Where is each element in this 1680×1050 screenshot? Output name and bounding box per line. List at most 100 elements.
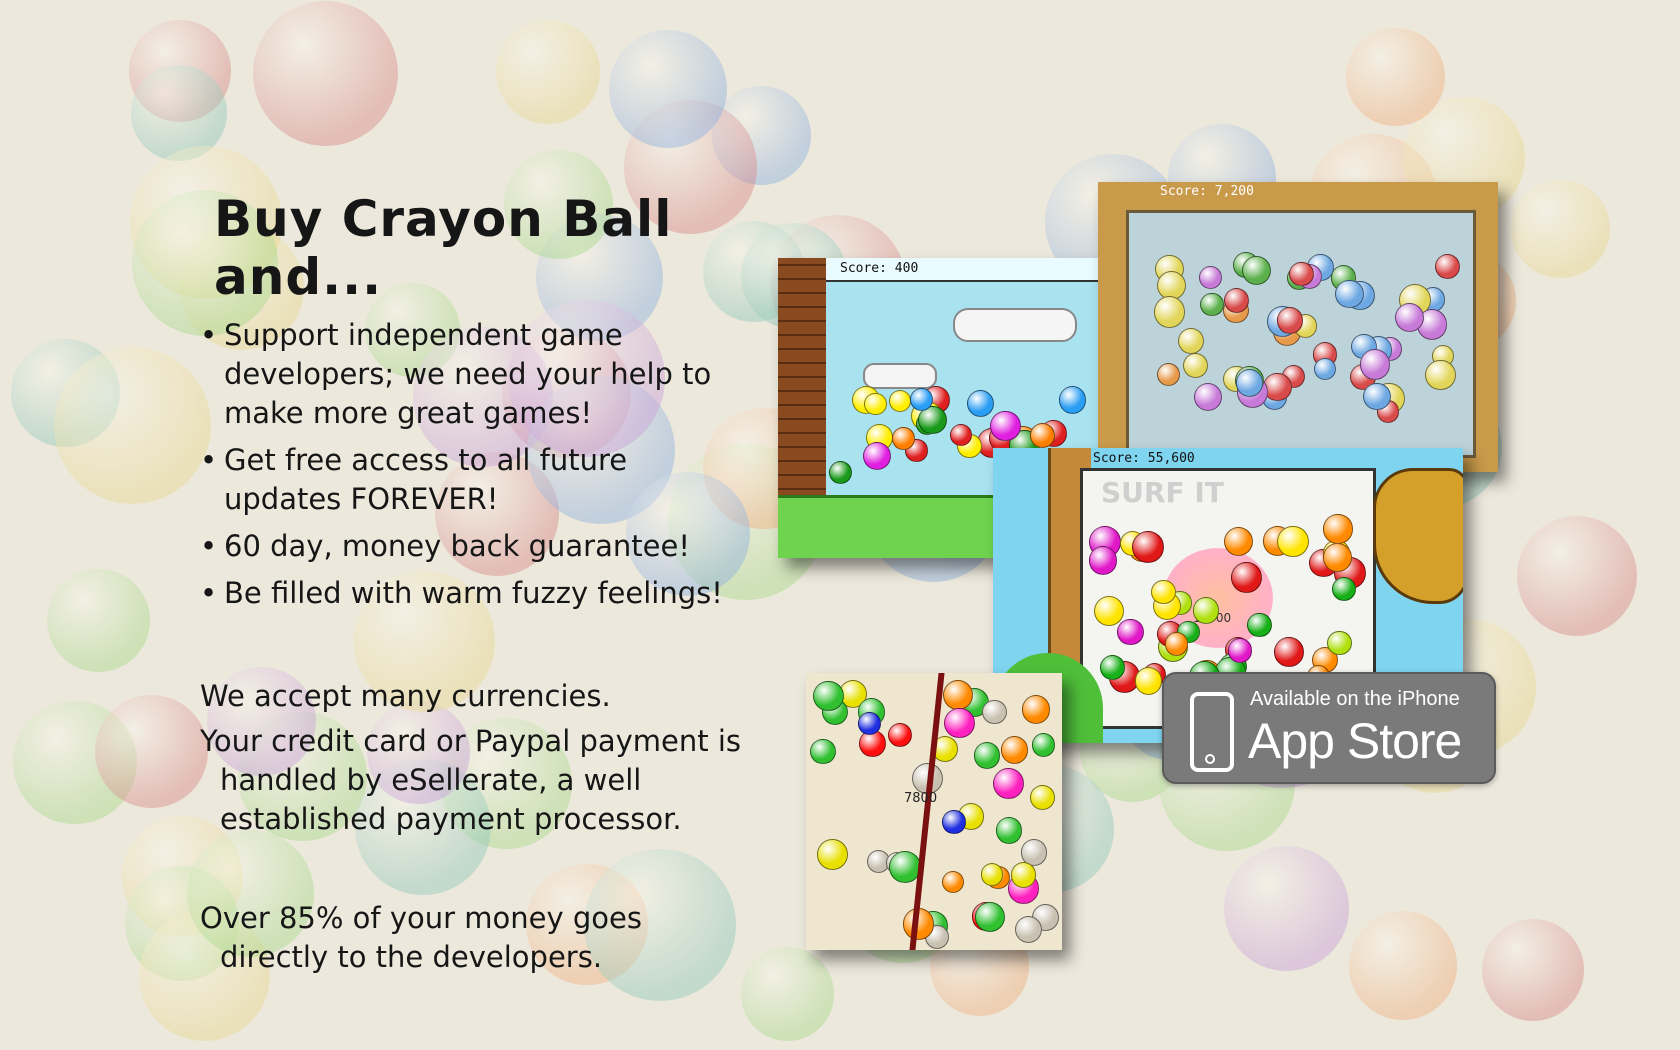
game-ball [909,388,933,412]
game-ball [813,680,844,711]
game-ball [1117,618,1144,645]
game-ball [949,423,972,446]
app-store-label: App Store [1248,713,1462,769]
game-ball [1157,270,1187,300]
app-store-badge[interactable]: Available on the iPhone App Store [1162,672,1496,784]
game-ball [892,427,915,450]
payment-line: Your credit card or Paypal payment is [200,724,742,758]
game-ball [1164,632,1189,656]
game-ball [1014,916,1043,944]
game-ball [1359,349,1391,380]
game-ball [1223,287,1250,314]
game-ball [862,442,891,471]
game-ball [1263,372,1292,402]
game-ball [1031,733,1056,757]
game-ball [816,838,848,870]
game-ball [1058,386,1087,414]
app-store-tagline: Available on the iPhone [1250,688,1460,710]
game-ball [1223,526,1253,556]
payment-note: Your credit card or Paypal payment is ha… [200,722,780,839]
game-ball [1323,542,1353,572]
game-ball [982,699,1007,725]
game-ball [944,707,975,739]
game-ball [942,810,966,834]
benefit-list: • Support independent game developers; w… [200,316,780,613]
game-ball [1395,302,1425,332]
game-ball [1313,357,1336,380]
benefit-line: Support independent game [224,318,623,352]
background-ball [1224,846,1350,972]
benefit-line: make more great games! [224,396,593,430]
game-ball [1434,254,1460,280]
bullet-glyph: • [200,318,218,352]
game-ball [1231,562,1262,593]
payment-line: established payment processor. [220,802,682,836]
game-ball [828,460,853,485]
benefit-line: updates FOREVER! [224,482,499,516]
game-ball [1000,736,1028,764]
game-ball [942,870,965,893]
game-ball [1198,266,1222,289]
currency-note: We accept many currencies. [200,679,611,713]
game-ball [1153,296,1185,328]
game-ball [1088,546,1118,576]
benefit-item: • Support independent game developers; w… [200,316,780,433]
game-ball [1192,597,1220,625]
background-ball [609,29,728,149]
game-ball [1200,292,1224,317]
game-ball [1323,514,1353,544]
screenshot-nature-theme: Score: 7,200 [1098,182,1498,472]
bullet-glyph: • [200,576,218,610]
benefit-item: • 60 day, money back guarantee! [200,527,780,566]
bullet-glyph: • [200,443,218,477]
benefit-line: Get free access to all future [224,443,628,477]
game-ball [1228,638,1253,663]
game-ball [1134,666,1163,695]
benefit-line: Be filled with warm fuzzy feelings! [224,576,723,610]
game-ball [1182,352,1208,379]
game-ball [889,390,912,413]
game-ball [1235,368,1264,397]
background-ball [1511,179,1610,279]
screenshot-crayon-theme: 7800 [806,673,1062,950]
game-ball [974,901,1005,932]
game-ball [1331,576,1356,601]
game-ball [858,712,881,735]
payment-line: handled by eSellerate, a well [220,763,642,797]
game-ball [1327,630,1353,656]
benefit-item: • Be filled with warm fuzzy feelings! [200,574,780,613]
benefit-line: 60 day, money back guarantee! [224,529,690,563]
background-ball [1481,919,1584,1022]
game-ball [1247,612,1273,638]
game-ball [990,410,1021,442]
game-ball [1132,531,1165,563]
background-ball [1345,27,1445,127]
background-ball [46,568,150,672]
game-ball [887,722,913,748]
game-ball [1156,362,1180,387]
benefit-line: developers; we need your help to [224,357,712,391]
game-ball [1362,382,1391,411]
game-ball [1289,261,1314,287]
game-ball [1425,359,1456,391]
game-ball [966,389,995,418]
game-ball [1277,525,1309,558]
game-ball [1099,655,1125,681]
background-ball [496,20,601,125]
game-ball [1193,382,1223,412]
game-ball [942,679,974,711]
game-ball [993,767,1024,799]
game-ball [973,742,1001,769]
benefit-item: • Get free access to all future updates … [200,441,780,519]
background-ball [1516,515,1638,637]
ball-cluster [1098,182,1498,472]
game-ball [1276,306,1304,334]
score-popup: 7800 [904,791,938,806]
game-ball [1021,695,1050,724]
promo-text-panel: Buy Crayon Ball and... • Support indepen… [200,190,780,977]
bullet-glyph: • [200,529,218,563]
game-ball [1151,579,1176,604]
game-ball [863,392,887,416]
game-ball [1094,595,1125,626]
developer-note: Over 85% of your money goes directly to … [200,899,780,977]
